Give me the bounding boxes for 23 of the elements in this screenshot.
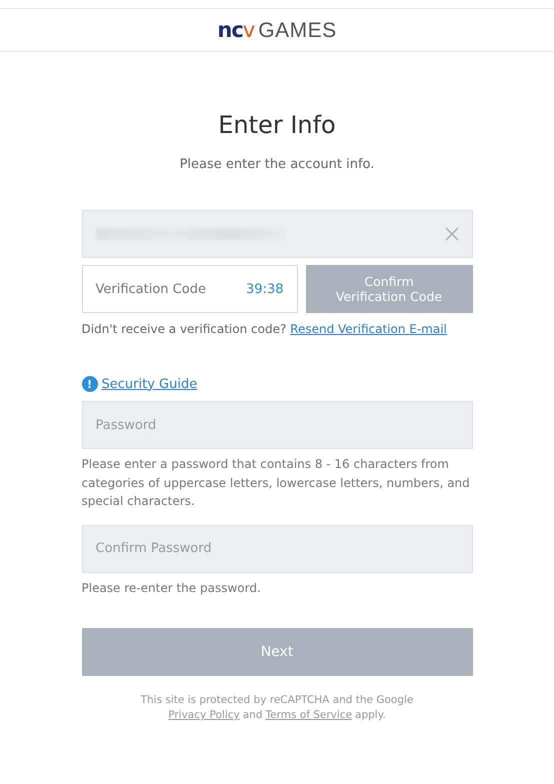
security-guide-link[interactable]: Security Guide — [102, 376, 198, 392]
footer-text: and — [242, 708, 263, 723]
footer-text: apply. — [355, 708, 386, 723]
page-title: Enter Info — [217, 110, 337, 140]
placeholder: Verification Code — [96, 282, 206, 296]
confirm-password-field[interactable]: Confirm Password — [82, 524, 472, 572]
logo-accent: v — [242, 20, 256, 40]
confirm-password-hint: Please re-enter the password. — [82, 580, 262, 596]
resend-link[interactable]: Resend Verification E-mail — [290, 322, 447, 336]
logo-mark: nc — [217, 20, 243, 40]
password-hint: Please enter a password that contains 8 - 16 characters from categories of uppercase letters, lowercase letters, numbers, and special characters. — [82, 456, 471, 510]
subtitle: Please enter the account info. — [178, 157, 376, 172]
info-icon: ! — [82, 376, 98, 392]
recaptcha-notice: This site is protected by reCAPTCHA and the Google — [140, 693, 414, 708]
terms-link[interactable]: Terms of Service — [266, 708, 352, 723]
clear-icon[interactable] — [444, 227, 458, 241]
email-field[interactable] — [82, 210, 472, 258]
countdown-timer: 39:38 — [246, 282, 284, 296]
resend-prompt: Didn't receive a verification code? Resend Verification E-mail — [82, 322, 448, 336]
logo-text: GAMES — [258, 20, 337, 40]
verification-code-field[interactable]: Verification Code 39:38 — [82, 265, 298, 313]
privacy-policy-link[interactable]: Privacy Policy — [168, 708, 240, 723]
password-field[interactable]: Password — [82, 401, 472, 449]
